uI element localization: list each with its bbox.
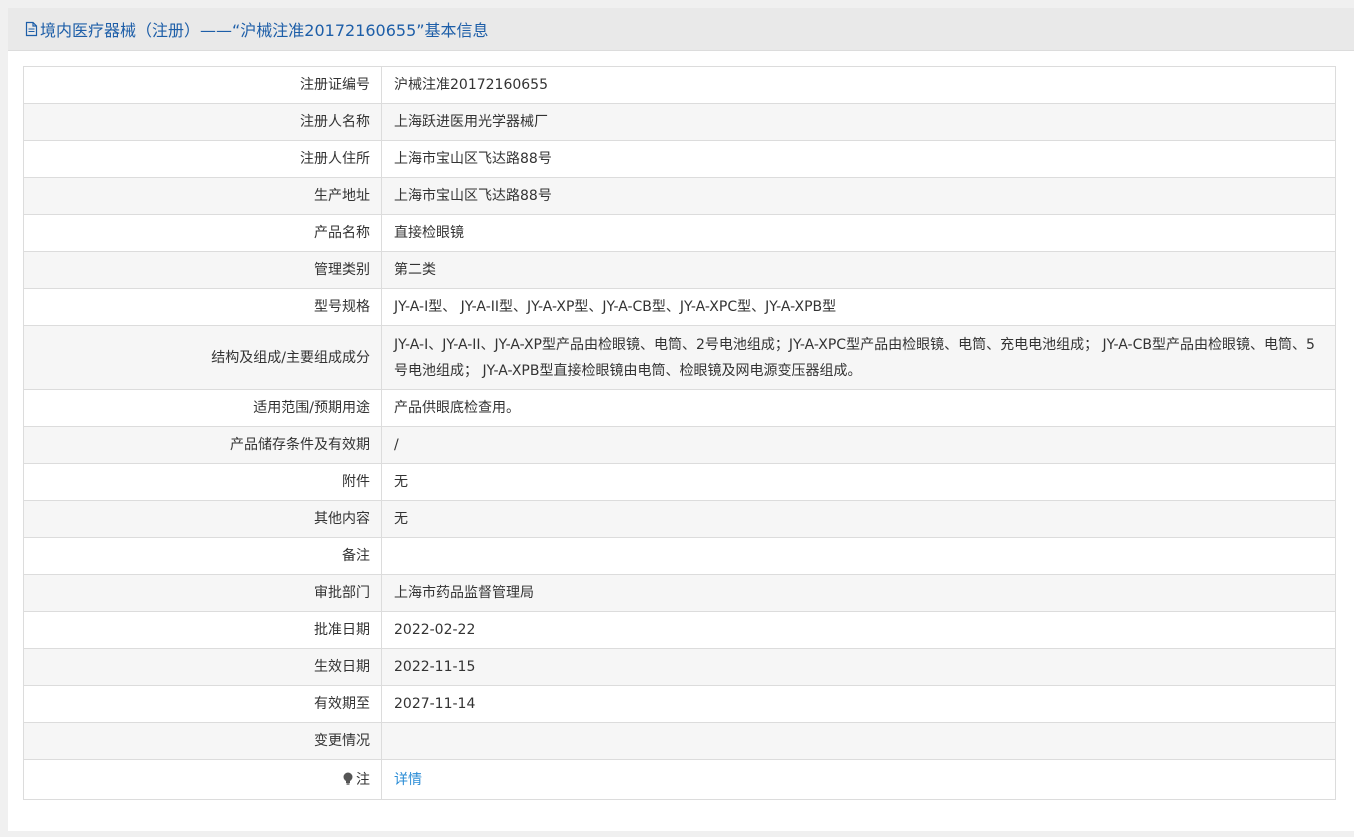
row-label: 有效期至 [23,685,382,723]
page-title-text: 境内医疗器械（注册）——“沪械注准20172160655”基本信息 [40,21,489,40]
row-label: 注册证编号 [23,66,382,104]
note-row: 注 详情 [23,759,1336,800]
table-row: 产品名称 直接检眼镜 [23,214,1336,252]
row-value: 沪械注准20172160655 [381,66,1336,104]
row-value: 产品供眼底检查用。 [381,389,1336,427]
table-row: 有效期至 2027-11-14 [23,685,1336,723]
table-row: 附件无 [23,463,1336,501]
table-row: 结构及组成/主要组成成分 JY-A-I、JY-A-II、JY-A-XP型产品由检眼… [23,325,1336,390]
note-label-cell: 注 [23,759,382,800]
table-row: 备注 [23,537,1336,575]
page-title: 境内医疗器械（注册）——“沪械注准20172160655”基本信息 [25,17,489,41]
row-label: 批准日期 [23,611,382,649]
row-value: 直接检眼镜 [381,214,1336,252]
row-value: 无 [381,463,1336,501]
details-link[interactable]: 详情 [394,772,422,788]
row-label: 审批部门 [23,574,382,612]
lightbulb-icon [343,772,353,785]
table-row: 管理类别 第二类 [23,251,1336,289]
row-label: 注册人名称 [23,103,382,141]
table-row: 型号规格 JY-A-I型、 JY-A-II型、JY-A-XP型、JY-A-CB型、… [23,288,1336,326]
row-label: 生效日期 [23,648,382,686]
row-label: 产品储存条件及有效期 [23,426,382,464]
note-value-cell: 详情 [381,759,1336,800]
row-value: 2027-11-14 [381,685,1336,723]
row-value: 2022-02-22 [381,611,1336,649]
row-value: 无 [381,500,1336,538]
row-label: 其他内容 [23,500,382,538]
table-row: 注册人名称 上海跃进医用光学器械厂 [23,103,1336,141]
row-value: JY-A-I型、 JY-A-II型、JY-A-XP型、JY-A-CB型、JY-A… [381,288,1336,326]
row-value: 上海市宝山区飞达路88号 [381,177,1336,215]
row-value: 2022-11-15 [381,648,1336,686]
row-value: JY-A-I、JY-A-II、JY-A-XP型产品由检眼镜、电筒、2号电池组成；… [381,325,1336,390]
row-label: 结构及组成/主要组成成分 [23,325,382,390]
row-value: 上海市宝山区飞达路88号 [381,140,1336,178]
row-value: 上海市药品监督管理局 [381,574,1336,612]
row-label: 备注 [23,537,382,575]
table-row: 注册证编号 沪械注准20172160655 [23,66,1336,104]
row-value: 第二类 [381,251,1336,289]
row-label: 管理类别 [23,251,382,289]
table-row: 生产地址 上海市宝山区飞达路88号 [23,177,1336,215]
row-label: 附件 [23,463,382,501]
page: 境内医疗器械（注册）——“沪械注准20172160655”基本信息 注册证编号沪… [0,0,1354,837]
info-panel: 注册证编号 沪械注准20172160655 注册人名称 上海跃进医用光学器械厂 注册… [8,51,1354,831]
table-row: 批准日期 2022-02-22 [23,611,1336,649]
page-header: 境内医疗器械（注册）——“沪械注准20172160655”基本信息 [8,8,1354,51]
table-row: 其他内容无 [23,500,1336,538]
info-table: 注册证编号 沪械注准20172160655 注册人名称 上海跃进医用光学器械厂 注册… [23,66,1336,800]
row-label: 适用范围/预期用途 [23,389,382,427]
row-value: 上海跃进医用光学器械厂 [381,103,1336,141]
row-label: 注册人住所 [23,140,382,178]
row-value [381,722,1336,760]
table-row: 审批部门 上海市药品监督管理局 [23,574,1336,612]
document-icon [25,21,38,37]
row-label: 生产地址 [23,177,382,215]
table-row: 适用范围/预期用途 产品供眼底检查用。 [23,389,1336,427]
table-row: 产品储存条件及有效期 / [23,426,1336,464]
row-value: / [381,426,1336,464]
table-row: 注册人住所 上海市宝山区飞达路88号 [23,140,1336,178]
table-row: 生效日期 2022-11-15 [23,648,1336,686]
note-label: 注 [356,771,370,788]
table-row: 变更情况 [23,722,1336,760]
row-label: 变更情况 [23,722,382,760]
row-label: 型号规格 [23,288,382,326]
row-label: 产品名称 [23,214,382,252]
row-value [381,537,1336,575]
